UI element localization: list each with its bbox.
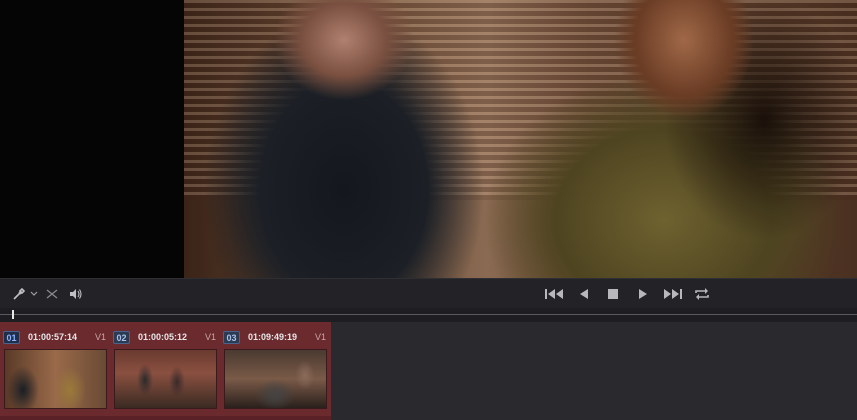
play-icon[interactable] [636,284,650,304]
video-frame [184,0,857,278]
clip-timecode: 01:00:57:14 [28,332,78,342]
clip-strip: 01 01:00:57:14 V1 02 01:00:05:12 V1 03 0… [0,322,331,420]
clip-track-label: V1 [94,332,106,342]
timeline-scrubber[interactable] [0,308,857,322]
frame-person-right [484,0,857,278]
transport-bar [0,278,857,308]
video-viewer[interactable] [0,0,857,278]
clip-thumbnail-image [4,349,107,409]
frame-person-left [204,0,484,278]
clip-timecode: 01:09:49:19 [248,332,298,342]
playhead[interactable] [12,310,14,319]
clip-thumbnail-02[interactable]: 02 01:00:05:12 V1 [112,328,218,416]
clip-thumbnail-image [224,349,327,409]
play-reverse-icon[interactable] [577,284,591,304]
clip-thumbnail-03[interactable]: 03 01:09:49:19 V1 [222,328,328,416]
skip-to-end-icon[interactable] [662,284,684,304]
clip-track-label: V1 [204,332,216,342]
clip-number-badge: 02 [113,331,130,344]
eyedropper-icon[interactable] [10,284,28,304]
clip-timecode: 01:00:05:12 [138,332,188,342]
clip-number-badge: 03 [223,331,240,344]
skip-to-start-icon[interactable] [543,284,565,304]
scrubber-track [0,314,857,315]
clip-header: 02 01:00:05:12 V1 [112,330,218,344]
speaker-icon[interactable] [68,284,84,304]
clip-number-badge: 01 [3,331,20,344]
loop-icon[interactable] [693,284,711,304]
clip-strip-edge [0,416,331,420]
clip-strip-area: 01 01:00:57:14 V1 02 01:00:05:12 V1 03 0… [0,322,857,420]
crossed-arrows-icon[interactable] [44,284,60,304]
stop-icon[interactable] [606,284,620,304]
clip-thumbnail-image [114,349,217,409]
clip-header: 01 01:00:57:14 V1 [2,330,108,344]
clip-header: 03 01:09:49:19 V1 [222,330,328,344]
clip-thumbnail-01[interactable]: 01 01:00:57:14 V1 [2,328,108,416]
clip-track-label: V1 [314,332,326,342]
chevron-down-icon[interactable] [29,284,39,304]
